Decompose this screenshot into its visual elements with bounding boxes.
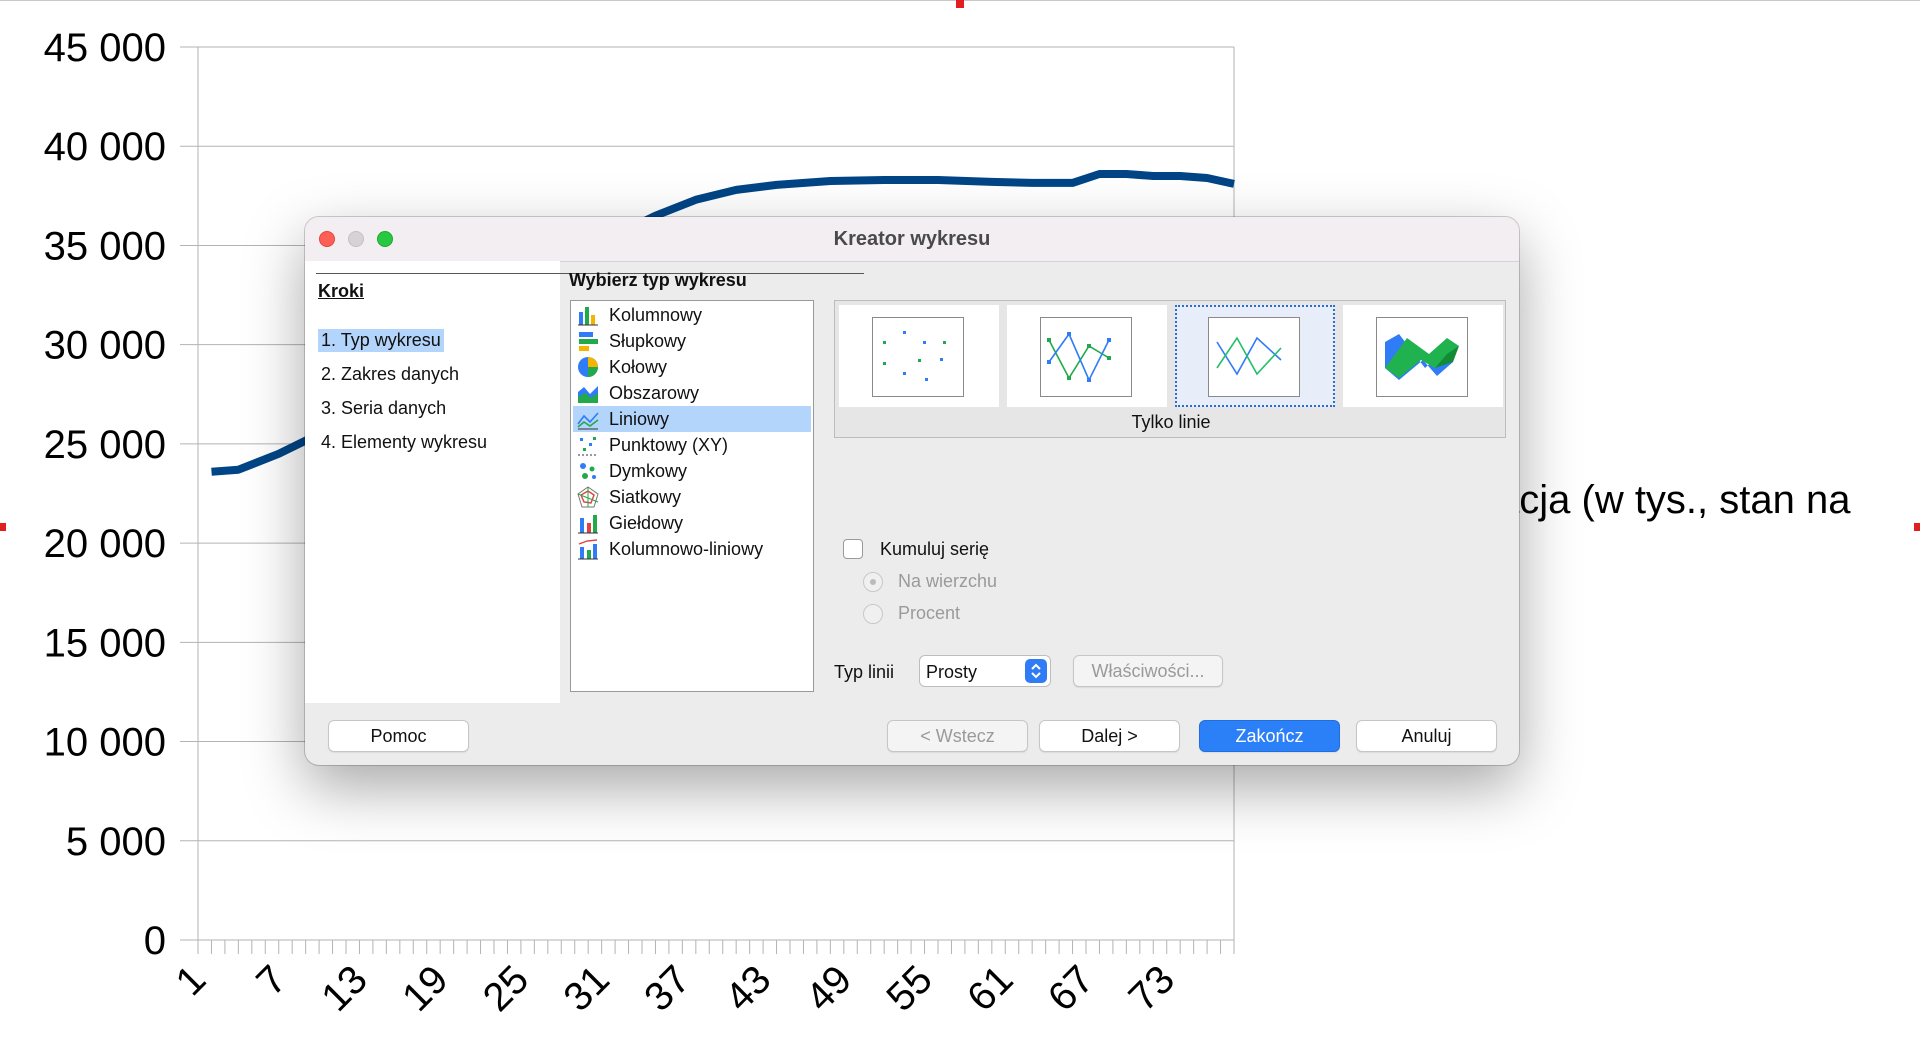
updown-chevron-icon bbox=[1025, 659, 1047, 683]
chart-type-area[interactable]: Obszarowy bbox=[573, 380, 811, 406]
radio-dot bbox=[870, 579, 876, 585]
chart-variant-panel: Tylko linie bbox=[834, 300, 1506, 438]
net-chart-icon bbox=[577, 486, 599, 508]
chart-type-bubble[interactable]: Dymkowy bbox=[573, 458, 811, 484]
chart-type-pie[interactable]: Kołowy bbox=[573, 354, 811, 380]
finish-button[interactable]: Zakończ bbox=[1199, 720, 1340, 752]
chart-type-xy[interactable]: Punktowy (XY) bbox=[573, 432, 811, 458]
percent-label: Procent bbox=[898, 603, 961, 623]
back-button[interactable]: < Wstecz bbox=[887, 720, 1028, 752]
chart-type-net[interactable]: Siatkowy bbox=[573, 484, 811, 510]
steps-panel: Kroki 1. Typ wykresu 2. Zakres danych 3.… bbox=[305, 261, 560, 703]
chart-x-axis: 1 7 13 19 25 31 37 43 49 55 61 67 73 bbox=[168, 940, 1235, 1020]
column-line-chart-icon bbox=[577, 538, 599, 560]
points-and-lines-icon bbox=[1040, 317, 1132, 397]
chart-type-label: Obszarowy bbox=[609, 382, 700, 403]
x-tick-label: 1 bbox=[168, 957, 215, 1004]
variant-points-and-lines[interactable] bbox=[1007, 305, 1167, 407]
selection-handle-left[interactable] bbox=[0, 523, 6, 531]
chart-y-axis: 45 000 40 000 35 000 30 000 25 000 20 000 15 0… bbox=[44, 26, 199, 963]
step-data-series[interactable]: 3. Seria danych bbox=[318, 397, 449, 420]
bubble-chart-icon bbox=[577, 460, 599, 482]
bar-chart-icon bbox=[577, 330, 599, 352]
cancel-button[interactable]: Anuluj bbox=[1356, 720, 1497, 752]
scatter-chart-icon bbox=[577, 434, 599, 456]
pie-chart-icon bbox=[577, 356, 599, 378]
variant-3d-lines[interactable] bbox=[1343, 305, 1503, 407]
stock-chart-icon bbox=[577, 512, 599, 534]
points-only-icon bbox=[872, 317, 964, 397]
x-tick-label: 55 bbox=[878, 957, 941, 1020]
chart-type-label: Liniowy bbox=[609, 408, 670, 429]
x-tick-label: 73 bbox=[1121, 957, 1184, 1020]
chart-type-label: Słupkowy bbox=[609, 330, 687, 351]
x-tick-label: 19 bbox=[394, 957, 457, 1020]
selection-handle-right[interactable] bbox=[1914, 523, 1920, 531]
y-tick-label: 45 000 bbox=[44, 26, 166, 70]
step-data-range[interactable]: 2. Zakres danych bbox=[318, 363, 462, 386]
column-chart-icon bbox=[577, 304, 599, 326]
chart-type-column[interactable]: Kolumnowy bbox=[573, 302, 811, 328]
y-tick-label: 25 000 bbox=[44, 423, 166, 467]
stack-series-label: Kumuluj serię bbox=[880, 539, 990, 559]
chart-type-label: Siatkowy bbox=[609, 486, 682, 507]
percent-radio[interactable] bbox=[863, 604, 883, 624]
3d-lines-icon bbox=[1376, 317, 1468, 397]
line-type-value: Prosty bbox=[926, 662, 978, 682]
chart-type-label: Kolumnowy bbox=[609, 304, 703, 325]
variant-lines-only[interactable] bbox=[1175, 305, 1335, 407]
chart-type-label: Punktowy (XY) bbox=[609, 434, 729, 455]
chart-wizard-dialog: Kreator wykresu Kroki 1. Typ wykresu 2. … bbox=[305, 217, 1519, 765]
selection-handle-top[interactable] bbox=[956, 0, 964, 8]
next-button[interactable]: Dalej > bbox=[1039, 720, 1180, 752]
y-tick-label: 15 000 bbox=[44, 621, 166, 665]
x-tick-label: 61 bbox=[959, 957, 1022, 1020]
x-tick-label: 37 bbox=[636, 957, 699, 1020]
chart-type-label: Kołowy bbox=[609, 356, 668, 377]
x-tick-label: 67 bbox=[1040, 957, 1103, 1020]
y-tick-label: 35 000 bbox=[44, 224, 166, 268]
chart-type-stock[interactable]: Giełdowy bbox=[573, 510, 811, 536]
dialog-titlebar[interactable]: Kreator wykresu bbox=[305, 217, 1519, 262]
y-tick-label: 30 000 bbox=[44, 324, 166, 368]
lines-only-icon bbox=[1208, 317, 1300, 397]
y-tick-label: 0 bbox=[144, 919, 166, 963]
steps-heading: Kroki bbox=[318, 281, 365, 301]
y-tick-label: 10 000 bbox=[44, 721, 166, 765]
stack-series-checkbox[interactable] bbox=[843, 539, 863, 559]
chart-type-label: Dymkowy bbox=[609, 460, 688, 481]
chart-type-label: Kolumnowo-liniowy bbox=[609, 538, 764, 559]
chart-type-column-line[interactable]: Kolumnowo-liniowy bbox=[573, 536, 811, 562]
area-chart-icon bbox=[577, 382, 599, 404]
line-type-select[interactable]: Prosty bbox=[919, 655, 1051, 687]
x-tick-label: 49 bbox=[798, 957, 861, 1020]
y-tick-label: 40 000 bbox=[44, 125, 166, 169]
step-chart-type[interactable]: 1. Typ wykresu bbox=[318, 329, 444, 352]
x-tick-label: 13 bbox=[313, 957, 376, 1020]
chart-type-bar[interactable]: Słupkowy bbox=[573, 328, 811, 354]
y-tick-label: 20 000 bbox=[44, 522, 166, 566]
on-top-radio[interactable] bbox=[863, 572, 883, 592]
x-tick-label: 31 bbox=[555, 957, 618, 1020]
chart-type-list[interactable]: Kolumnowy Słupkowy Kołowy Obszarowy Lini… bbox=[570, 300, 814, 692]
variant-points-only[interactable] bbox=[839, 305, 999, 407]
chart-type-heading: Wybierz typ wykresu bbox=[569, 270, 747, 290]
x-tick-label: 25 bbox=[475, 957, 538, 1020]
step-chart-elements[interactable]: 4. Elementy wykresu bbox=[318, 431, 490, 454]
help-button[interactable]: Pomoc bbox=[328, 720, 469, 752]
line-chart-icon bbox=[577, 408, 599, 430]
legend-fragment-1: acja (w tys., stan na bbox=[1497, 478, 1851, 522]
x-tick-label: 43 bbox=[717, 957, 780, 1020]
variant-label: Tylko linie bbox=[1131, 412, 1211, 432]
dialog-title: Kreator wykresu bbox=[833, 228, 991, 250]
x-tick-label: 7 bbox=[248, 957, 295, 1004]
chart-type-label: Giełdowy bbox=[609, 512, 684, 533]
chart-type-line[interactable]: Liniowy bbox=[573, 406, 811, 432]
properties-button[interactable]: Właściwości... bbox=[1073, 655, 1223, 687]
line-type-label: Typ linii bbox=[834, 662, 895, 682]
on-top-label: Na wierzchu bbox=[898, 571, 998, 591]
y-tick-label: 5 000 bbox=[66, 820, 166, 864]
